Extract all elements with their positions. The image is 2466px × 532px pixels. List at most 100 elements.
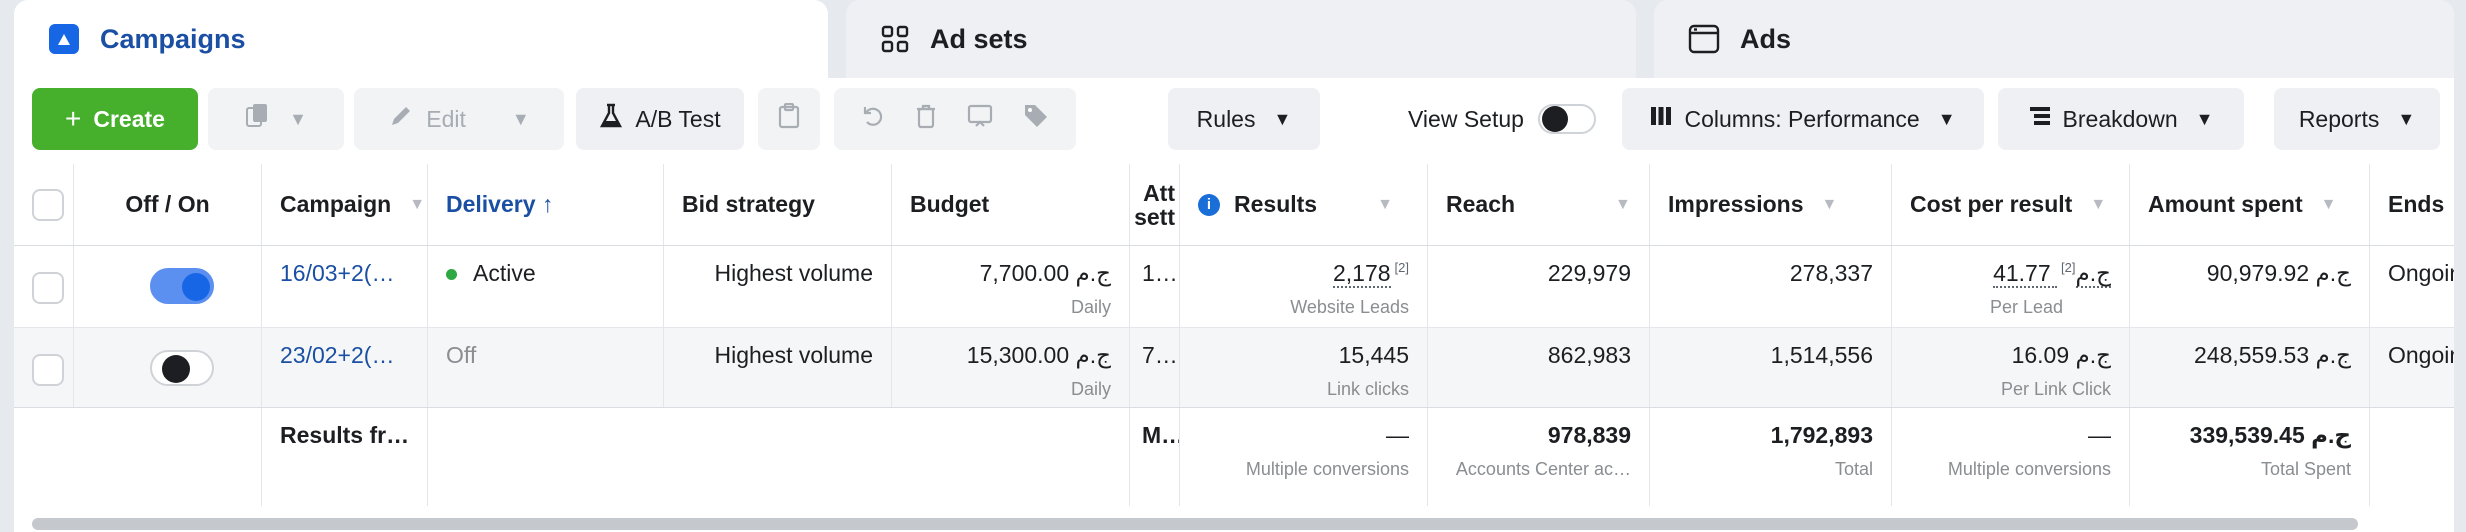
tab-campaigns[interactable]: Campaigns <box>14 0 828 78</box>
header-delivery[interactable]: Delivery ↑ <box>428 164 664 245</box>
reach-value: 229,979 <box>1428 246 1650 327</box>
duplicate-button[interactable]: ▼ <box>208 88 344 150</box>
totals-impressions-value: 1,792,893 <box>1770 422 1873 448</box>
amount-spent-value: 248,559.53 ج.م <box>2130 328 2370 407</box>
duplicate-icon <box>245 102 271 136</box>
view-setup-label: View Setup <box>1408 105 1524 132</box>
header-toggle[interactable]: Off / On <box>74 164 262 245</box>
chevron-down-icon: ▼ <box>2195 108 2214 129</box>
row-checkbox[interactable] <box>32 354 64 386</box>
clipboard-button[interactable] <box>758 88 820 150</box>
preview-icon[interactable] <box>967 103 993 135</box>
row-toggle-cell <box>74 328 262 407</box>
header-impressions[interactable]: Impressions ▼ <box>1650 164 1892 245</box>
attribution-value: 1… <box>1130 246 1180 327</box>
tab-ads[interactable]: Ads <box>1654 0 2454 78</box>
header-ends[interactable]: Ends <box>2370 164 2454 245</box>
totals-row: Results fr… M… — Multiple conversions 97… <box>14 408 2454 506</box>
cost-per-result-value: 16.09 ج.م <box>2011 342 2111 368</box>
totals-cpr-cell: — Multiple conversions <box>1892 408 2130 506</box>
results-type: Website Leads <box>1290 297 1409 317</box>
table-row[interactable]: 16/03+2(… Active Highest volume 7,700.00… <box>14 246 2454 328</box>
sort-icon: ▼ <box>2090 195 2107 213</box>
budget-type: Daily <box>1070 379 1111 399</box>
sort-icon: ▼ <box>1377 195 1393 213</box>
sort-icon: ▼ <box>1821 195 1838 213</box>
view-setup-toggle[interactable]: View Setup <box>1408 88 1596 150</box>
header-reach[interactable]: Reach ▼ <box>1428 164 1650 245</box>
header-results-label: Results <box>1234 191 1318 217</box>
info-icon[interactable]: i <box>1198 193 1220 216</box>
budget-cell[interactable]: 7,700.00 ج.م Daily <box>892 246 1130 327</box>
create-button[interactable]: + Create <box>32 88 198 150</box>
header-bid-strategy[interactable]: Bid strategy <box>664 164 892 245</box>
header-attribution-setting[interactable]: Att sett <box>1130 164 1180 245</box>
cost-per-result-cell: 16.09 ج.م Per Link Click <box>1892 328 2130 407</box>
row-checkbox[interactable] <box>32 272 64 304</box>
trash-icon[interactable] <box>915 103 937 135</box>
table-row[interactable]: 23/02+2(… Off Highest volume 15,300.00 ج… <box>14 328 2454 408</box>
header-cost-per-result[interactable]: Cost per result ▼ <box>1892 164 2130 245</box>
results-cell: 15,445 Link clicks <box>1180 328 1428 407</box>
chevron-down-icon: ▼ <box>1273 108 1292 129</box>
reports-label: Reports <box>2298 105 2380 132</box>
rules-label: Rules <box>1196 105 1256 132</box>
tab-campaigns-label: Campaigns <box>100 23 246 54</box>
totals-spent-type: Total Spent <box>2260 459 2351 479</box>
sort-icon: ▼ <box>1615 195 1631 213</box>
edit-button[interactable]: Edit ▼ <box>354 88 564 150</box>
edit-label: Edit <box>426 105 466 132</box>
view-setup-switch[interactable] <box>1537 104 1596 134</box>
header-impressions-label: Impressions <box>1668 191 1804 217</box>
chevron-down-icon: ▼ <box>2397 108 2416 129</box>
campaign-name-link[interactable]: 23/02+2(… <box>262 328 428 407</box>
reach-value: 862,983 <box>1428 328 1650 407</box>
header-amount-spent[interactable]: Amount spent ▼ <box>2130 164 2370 245</box>
ab-test-button[interactable]: A/B Test <box>576 88 744 150</box>
clipboard-icon <box>778 102 800 135</box>
campaign-on-off-toggle[interactable] <box>150 350 214 386</box>
header-campaign[interactable]: Campaign ▼ <box>262 164 428 245</box>
campaign-on-off-toggle[interactable] <box>150 268 214 304</box>
totals-cpr-type: Multiple conversions <box>1947 459 2111 479</box>
totals-spent-value: 339,539.45 ج.م <box>2189 422 2351 448</box>
attribution-value: 7… <box>1130 328 1180 407</box>
tag-icon[interactable] <box>1023 103 1049 135</box>
rules-dropdown[interactable]: Rules ▼ <box>1168 88 1320 150</box>
delivery-status-label: Off <box>446 342 477 368</box>
ab-test-label: A/B Test <box>635 105 721 132</box>
results-cell: 2,178 [2] Website Leads <box>1180 246 1428 327</box>
campaign-name-link[interactable]: 16/03+2(… <box>262 246 428 327</box>
select-all-cell <box>14 164 74 245</box>
results-footnote: [2] <box>1394 260 1409 276</box>
horizontal-scrollbar[interactable] <box>14 512 2454 532</box>
impressions-value: 278,337 <box>1650 246 1892 327</box>
totals-spacer <box>74 408 262 506</box>
tab-ad-sets[interactable]: Ad sets <box>846 0 1636 78</box>
totals-results-type: Multiple conversions <box>1245 459 1409 479</box>
header-budget[interactable]: Budget <box>892 164 1130 245</box>
row-select-cell <box>14 328 74 407</box>
columns-dropdown[interactable]: Columns: Performance ▼ <box>1622 88 1984 150</box>
results-type: Link clicks <box>1326 379 1409 399</box>
select-all-checkbox[interactable] <box>32 189 64 221</box>
columns-label: Columns: Performance <box>1684 105 1920 132</box>
header-reach-label: Reach <box>1446 191 1516 217</box>
totals-spacer <box>14 408 74 506</box>
undo-icon[interactable] <box>861 104 885 134</box>
delivery-status: Active <box>428 246 664 327</box>
impressions-value: 1,514,556 <box>1650 328 1892 407</box>
tab-ads-label: Ads <box>1740 23 1792 54</box>
totals-spent-cell: 339,539.45 ج.م Total Spent <box>2130 408 2370 506</box>
breakdown-dropdown[interactable]: Breakdown ▼ <box>1998 88 2244 150</box>
breakdown-icon <box>2029 105 2051 133</box>
cost-per-result-cell: 41.77 ج.م[2] Per Lead <box>1892 246 2130 327</box>
results-value: 2,178 <box>1332 260 1391 288</box>
header-results[interactable]: i Results ▼ <box>1180 164 1428 245</box>
pencil-icon <box>388 103 414 135</box>
reports-dropdown[interactable]: Reports ▼ <box>2274 88 2440 150</box>
totals-reach-value: 978,839 <box>1547 422 1631 448</box>
scrollbar-thumb[interactable] <box>32 518 2358 530</box>
budget-cell[interactable]: 15,300.00 ج.م Daily <box>892 328 1130 407</box>
breakdown-label: Breakdown <box>2062 105 2178 132</box>
